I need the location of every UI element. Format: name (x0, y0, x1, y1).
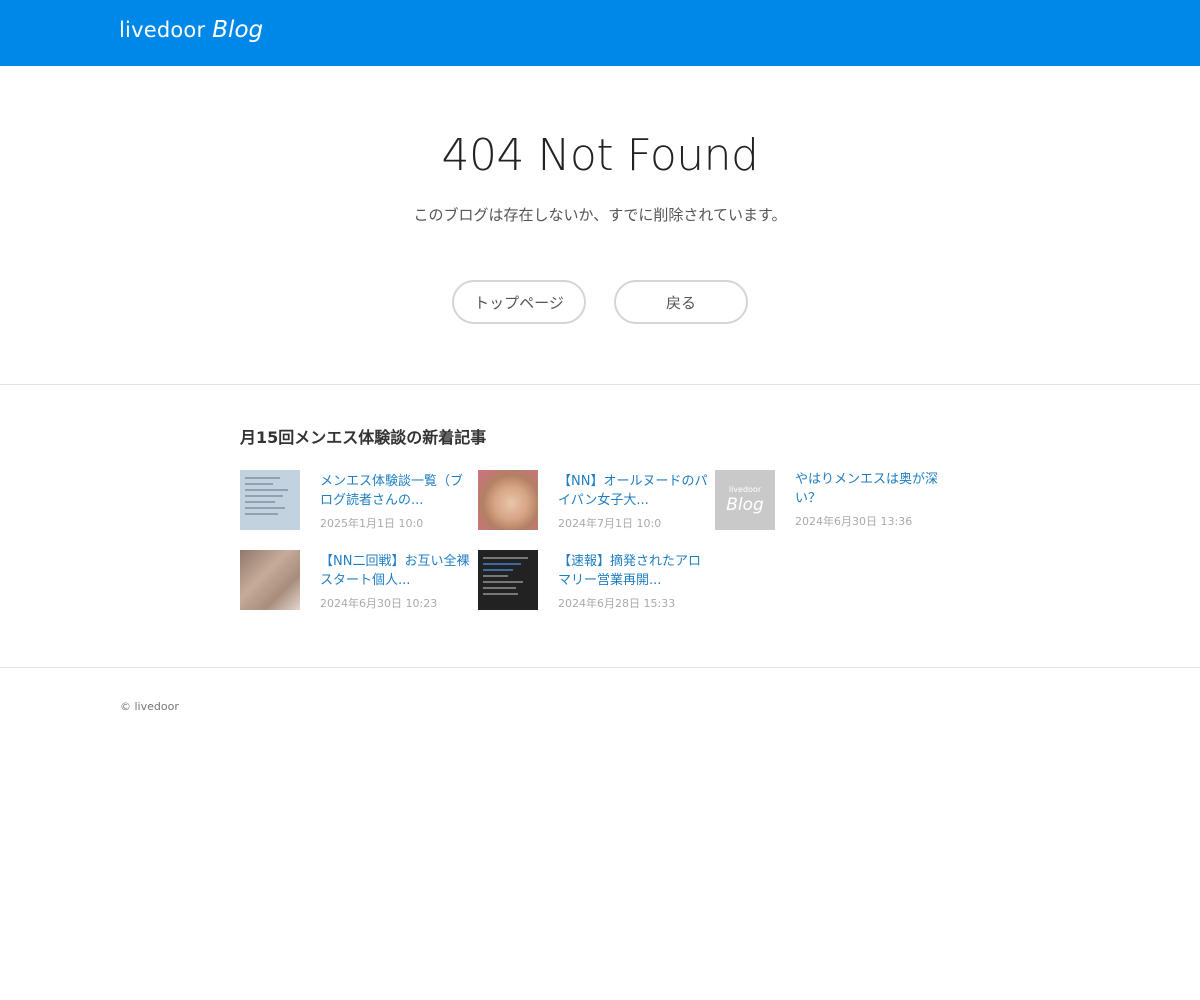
logo-brand-text: livedoor (119, 18, 206, 42)
article-thumbnail-placeholder[interactable]: livedoor Blog (715, 470, 775, 530)
article-date: 2024年7月1日 10:0 (558, 517, 662, 530)
article-item[interactable]: livedoor Blog やはりメンエスは奥が深い？ 2024年6月30日 1… (715, 470, 945, 532)
back-button[interactable]: 戻る (614, 280, 748, 324)
top-page-button[interactable]: トップページ (452, 280, 586, 324)
logo-blog-text: Blog (212, 17, 264, 43)
article-thumbnail[interactable] (240, 550, 300, 610)
article-date: 2024年6月30日 10:23 (320, 597, 438, 610)
article-title-link[interactable]: 【NN二回戦】お互い全裸スタート個人... (320, 552, 470, 590)
site-header: livedoor Blog (0, 0, 1200, 66)
error-message: このブログは存在しないか、すでに削除されています。 (413, 206, 787, 224)
footer-divider (0, 667, 1200, 668)
article-title-link[interactable]: メンエス体験談一覧（ブログ読者さんの... (320, 472, 470, 510)
article-item[interactable]: メンエス体験談一覧（ブログ読者さんの... 2025年1月1日 10:0 (240, 470, 470, 532)
thumb-brand-text: livedoor (728, 485, 762, 494)
livedoor-blog-logo[interactable]: livedoor Blog (119, 17, 263, 49)
article-date: 2024年6月30日 13:36 (795, 515, 913, 528)
article-item[interactable]: 【NN二回戦】お互い全裸スタート個人... 2024年6月30日 10:23 (240, 550, 470, 612)
error-title: 404 Not Found (441, 130, 759, 181)
article-thumbnail[interactable] (478, 470, 538, 530)
article-item[interactable]: 【速報】摘発されたアロマリー営業再開... 2024年6月28日 15:33 (478, 550, 708, 612)
article-date: 2024年6月28日 15:33 (558, 597, 676, 610)
article-date: 2025年1月1日 10:0 (320, 517, 424, 530)
section-divider (0, 384, 1200, 385)
footer-copyright: © livedoor (120, 700, 179, 713)
article-title-link[interactable]: 【速報】摘発されたアロマリー営業再開... (558, 552, 708, 590)
article-title-link[interactable]: やはりメンエスは奥が深い？ (795, 470, 945, 508)
article-thumbnail[interactable] (478, 550, 538, 610)
action-buttons: トップページ 戻る (452, 280, 748, 324)
article-item[interactable]: 【NN】オールヌードのパイパン女子大... 2024年7月1日 10:0 (478, 470, 708, 532)
recent-articles-heading: 月15回メンエス体験談の新着記事 (240, 428, 487, 447)
thumb-blog-text: Blog (726, 495, 764, 515)
article-title-link[interactable]: 【NN】オールヌードのパイパン女子大... (558, 472, 708, 510)
article-thumbnail[interactable] (240, 470, 300, 530)
